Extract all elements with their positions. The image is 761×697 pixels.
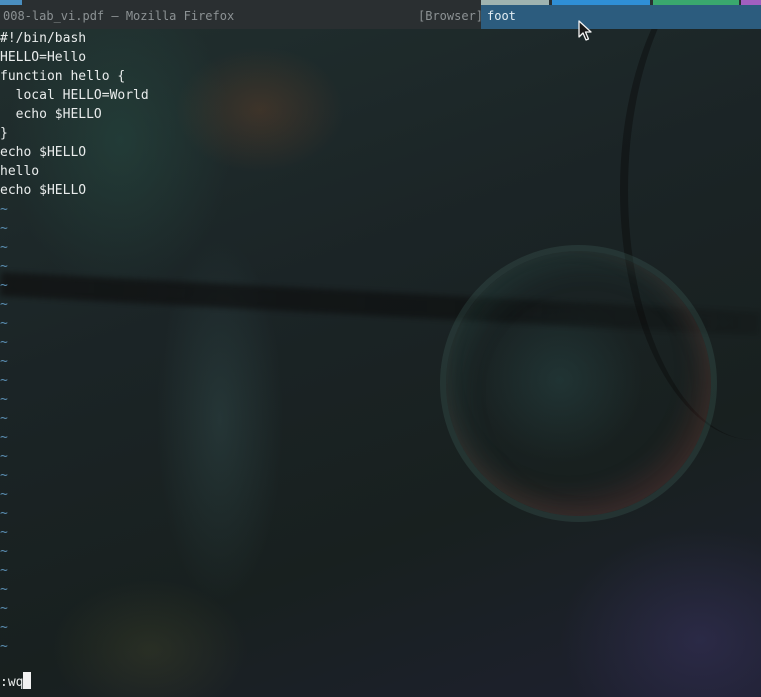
empty-line-marker: ~ xyxy=(0,259,8,274)
empty-line-marker: ~ xyxy=(0,297,8,312)
empty-line-marker: ~ xyxy=(0,221,8,236)
empty-line-marker: ~ xyxy=(0,240,8,255)
window-manager-bar: 008-lab_vi.pdf — Mozilla Firefox [Browse… xyxy=(0,0,761,29)
vim-editor-buffer[interactable]: #!/bin/bash HELLO=Hello function hello { l… xyxy=(0,29,761,656)
focused-window-title: foot xyxy=(487,9,516,23)
desktop-screen: 008-lab_vi.pdf — Mozilla Firefox [Browse… xyxy=(0,0,761,697)
focused-window-tab[interactable]: foot xyxy=(481,5,761,29)
empty-line-marker: ~ xyxy=(0,392,8,407)
code-line: local HELLO=World xyxy=(0,88,149,103)
empty-line-marker: ~ xyxy=(0,563,8,578)
empty-line-marker: ~ xyxy=(0,506,8,521)
empty-line-marker: ~ xyxy=(0,449,8,464)
code-line: echo $HELLO xyxy=(0,107,102,122)
empty-line-marker: ~ xyxy=(0,468,8,483)
code-line: #!/bin/bash xyxy=(0,31,87,46)
code-line: echo $HELLO xyxy=(0,183,87,198)
code-line: function hello { xyxy=(0,69,126,84)
empty-line-marker: ~ xyxy=(0,601,8,616)
empty-line-marker: ~ xyxy=(0,373,8,388)
empty-line-marker: ~ xyxy=(0,487,8,502)
empty-line-marker: ~ xyxy=(0,411,8,426)
empty-line-marker: ~ xyxy=(0,316,8,331)
text-cursor xyxy=(23,672,32,689)
code-line: echo $HELLO xyxy=(0,145,87,160)
empty-line-marker: ~ xyxy=(0,525,8,540)
empty-line-marker: ~ xyxy=(0,278,8,293)
empty-line-marker: ~ xyxy=(0,582,8,597)
empty-line-marker: ~ xyxy=(0,639,8,654)
empty-line-marker: ~ xyxy=(0,620,8,635)
workspace-indicator-1[interactable] xyxy=(0,0,22,5)
empty-line-marker: ~ xyxy=(0,544,8,559)
vim-command-line[interactable]: :wq xyxy=(0,672,32,691)
code-line: HELLO=Hello xyxy=(0,50,87,65)
code-line: } xyxy=(0,126,8,141)
code-line: hello xyxy=(0,164,40,179)
unfocused-window-title[interactable]: 008-lab_vi.pdf — Mozilla Firefox xyxy=(3,9,234,23)
script-lines: #!/bin/bash HELLO=Hello function hello { l… xyxy=(0,29,761,200)
command-text: :wq xyxy=(0,675,24,690)
window-app-tag: [Browser] xyxy=(418,9,484,23)
empty-line-marker: ~ xyxy=(0,354,8,369)
empty-line-markers: ~ ~ ~ ~ ~ ~ ~ ~ ~ ~ ~ ~ ~ ~ ~ ~ ~ ~ ~ ~ ~ ~ ~ ~ xyxy=(0,200,761,656)
empty-line-marker: ~ xyxy=(0,430,8,445)
empty-line-marker: ~ xyxy=(0,335,8,350)
empty-line-marker: ~ xyxy=(0,202,8,217)
